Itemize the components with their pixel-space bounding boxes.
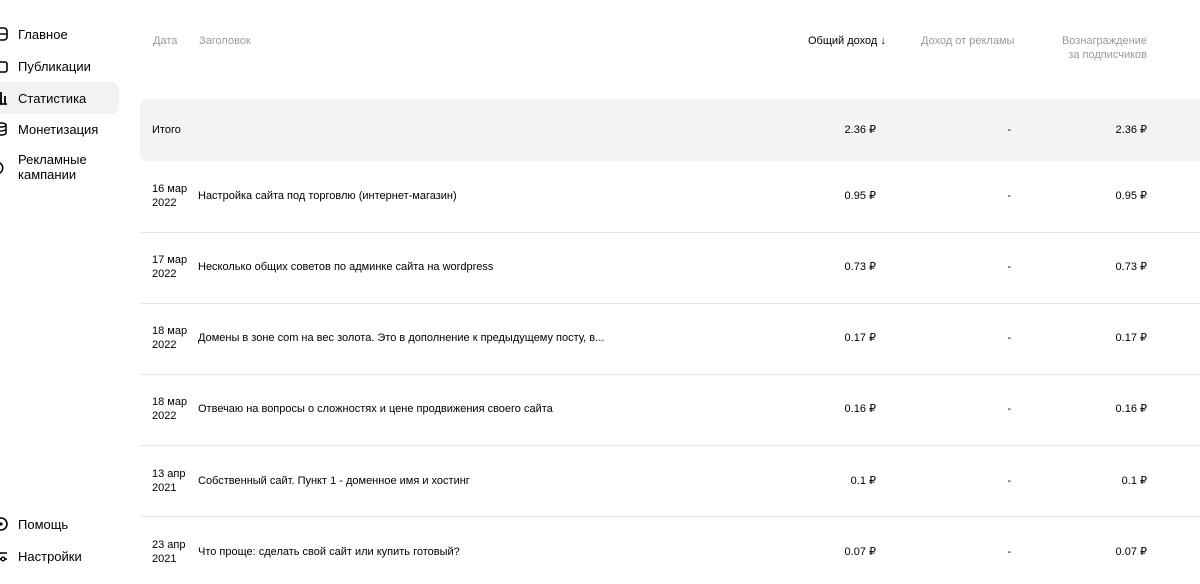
- ad-income-value: -: [1007, 190, 1011, 202]
- statistics-icon: [0, 92, 7, 105]
- row-date-day: 16 мар: [152, 183, 188, 195]
- row-title[interactable]: Домены в зоне com на вес золота. Это в д…: [198, 331, 758, 345]
- row-date: 18 мар 2022: [152, 324, 192, 352]
- row-date: 13 апр 2021: [152, 467, 192, 495]
- row-date: 16 мар 2022: [152, 182, 192, 210]
- column-header-total-income[interactable]: Общий доход ↓: [808, 34, 886, 48]
- row-date-day: 17 мар: [152, 254, 188, 266]
- row-title[interactable]: Собственный сайт. Пункт 1 - доменное имя…: [198, 474, 758, 488]
- table-row[interactable]: 18 мар 2022 Отвечаю на вопросы о сложнос…: [140, 375, 1200, 446]
- ad-income-value: -: [1007, 124, 1011, 136]
- row-date-year: 2021: [152, 553, 177, 565]
- subscriber-reward-value: 0.1 ₽: [1121, 475, 1147, 487]
- sidebar-item-label: Статистика: [18, 90, 87, 106]
- total-income-value: 0.73 ₽: [844, 261, 876, 273]
- row-date: 17 мар 2022: [152, 253, 192, 281]
- sidebar-item-ad-campaigns[interactable]: Рекламные кампании: [0, 150, 119, 184]
- subscriber-reward-value: 0.16 ₽: [1115, 403, 1147, 415]
- sidebar-item-statistics[interactable]: Статистика: [0, 82, 119, 114]
- settings-icon: [0, 551, 7, 562]
- column-header-date[interactable]: Дата: [153, 34, 177, 48]
- total-income-value: 0.16 ₽: [844, 403, 876, 415]
- ad-income-value: -: [1007, 332, 1011, 344]
- ad-campaigns-icon: [0, 162, 4, 174]
- subscriber-reward-value: 0.07 ₽: [1115, 546, 1147, 558]
- sidebar-item-label: Помощь: [18, 516, 69, 532]
- sidebar-item-help[interactable]: Помощь: [0, 508, 119, 540]
- sidebar-item-label: Настройки: [18, 548, 82, 564]
- sidebar-item-label: Главное: [18, 26, 68, 42]
- row-title[interactable]: Отвечаю на вопросы о сложностях и цене п…: [198, 402, 758, 416]
- column-header-subscriber-reward[interactable]: Вознаграждение за подписчиков: [1062, 34, 1147, 62]
- subscriber-reward-value: 0.73 ₽: [1115, 261, 1147, 273]
- row-date: 18 мар 2022: [152, 395, 192, 423]
- subscriber-reward-value: 0.95 ₽: [1115, 190, 1147, 202]
- ad-income-value: -: [1007, 475, 1011, 487]
- row-date-day: 18 мар: [152, 396, 188, 408]
- row-title[interactable]: Несколько общих советов по админке сайта…: [198, 260, 758, 274]
- help-icon: [0, 517, 8, 531]
- row-date-year: 2022: [152, 339, 177, 351]
- ad-income-value: -: [1007, 261, 1011, 273]
- monetization-icon: [0, 122, 7, 136]
- row-title[interactable]: Настройка сайта под торговлю (интернет-м…: [198, 189, 758, 203]
- ad-income-value: -: [1007, 546, 1011, 558]
- row-date-year: 2022: [152, 268, 177, 280]
- sidebar-item-label: Монетизация: [18, 121, 99, 137]
- row-date-day: 18 мар: [152, 325, 188, 337]
- sidebar-item-home[interactable]: Главное: [0, 18, 119, 50]
- total-income-value: 0.95 ₽: [844, 190, 876, 202]
- row-date-day: 23 апр: [152, 539, 186, 551]
- column-header-ad-income[interactable]: Доход от рекламы: [921, 34, 1014, 48]
- table-row[interactable]: 13 апр 2021 Собственный сайт. Пункт 1 - …: [140, 446, 1200, 517]
- row-date-year: 2022: [152, 410, 177, 422]
- table-row[interactable]: 18 мар 2022 Домены в зоне com на вес зол…: [140, 304, 1200, 375]
- sidebar-item-publications[interactable]: Публикации: [0, 50, 119, 82]
- column-header-title[interactable]: Заголовок: [199, 34, 251, 48]
- total-income-value: 0.07 ₽: [844, 546, 876, 558]
- table-header: Дата Заголовок Общий доход ↓ Доход от ре…: [140, 0, 1200, 98]
- sidebar-item-settings[interactable]: Настройки: [0, 540, 119, 572]
- column-header-subscriber-reward-line1: Вознаграждение: [1061, 35, 1147, 47]
- sidebar: Главное Публикации Статистика Монетизаци…: [0, 0, 120, 584]
- home-icon: [0, 27, 8, 41]
- total-income-value: 0.1 ₽: [850, 475, 876, 487]
- publications-icon: [0, 61, 8, 73]
- subscriber-reward-value: 0.17 ₽: [1115, 332, 1147, 344]
- row-title[interactable]: Что проще: сделать свой сайт или купить …: [198, 545, 758, 559]
- ad-income-value: -: [1007, 403, 1011, 415]
- total-income-value: 2.36 ₽: [844, 124, 876, 136]
- sidebar-item-label: Рекламные кампании: [18, 152, 87, 182]
- sidebar-item-label: Публикации: [18, 58, 91, 74]
- sidebar-item-monetization[interactable]: Монетизация: [0, 113, 119, 145]
- row-date: 23 апр 2021: [152, 538, 192, 566]
- total-income-value: 0.17 ₽: [844, 332, 876, 344]
- table-total-row: Итого 2.36 ₽ - 2.36 ₽: [140, 99, 1200, 161]
- subscriber-reward-value: 2.36 ₽: [1115, 124, 1147, 136]
- table-row[interactable]: 16 мар 2022 Настройка сайта под торговлю…: [140, 161, 1200, 233]
- row-date-day: 13 апр: [152, 468, 186, 480]
- row-date-year: 2021: [152, 482, 177, 494]
- table-row[interactable]: 17 мар 2022 Несколько общих советов по а…: [140, 233, 1200, 304]
- row-date-year: 2022: [152, 197, 177, 209]
- table-row[interactable]: 23 апр 2021 Что проще: сделать свой сайт…: [140, 517, 1200, 584]
- column-header-subscriber-reward-line2: за подписчиков: [1068, 49, 1147, 61]
- total-label: Итого: [152, 124, 181, 136]
